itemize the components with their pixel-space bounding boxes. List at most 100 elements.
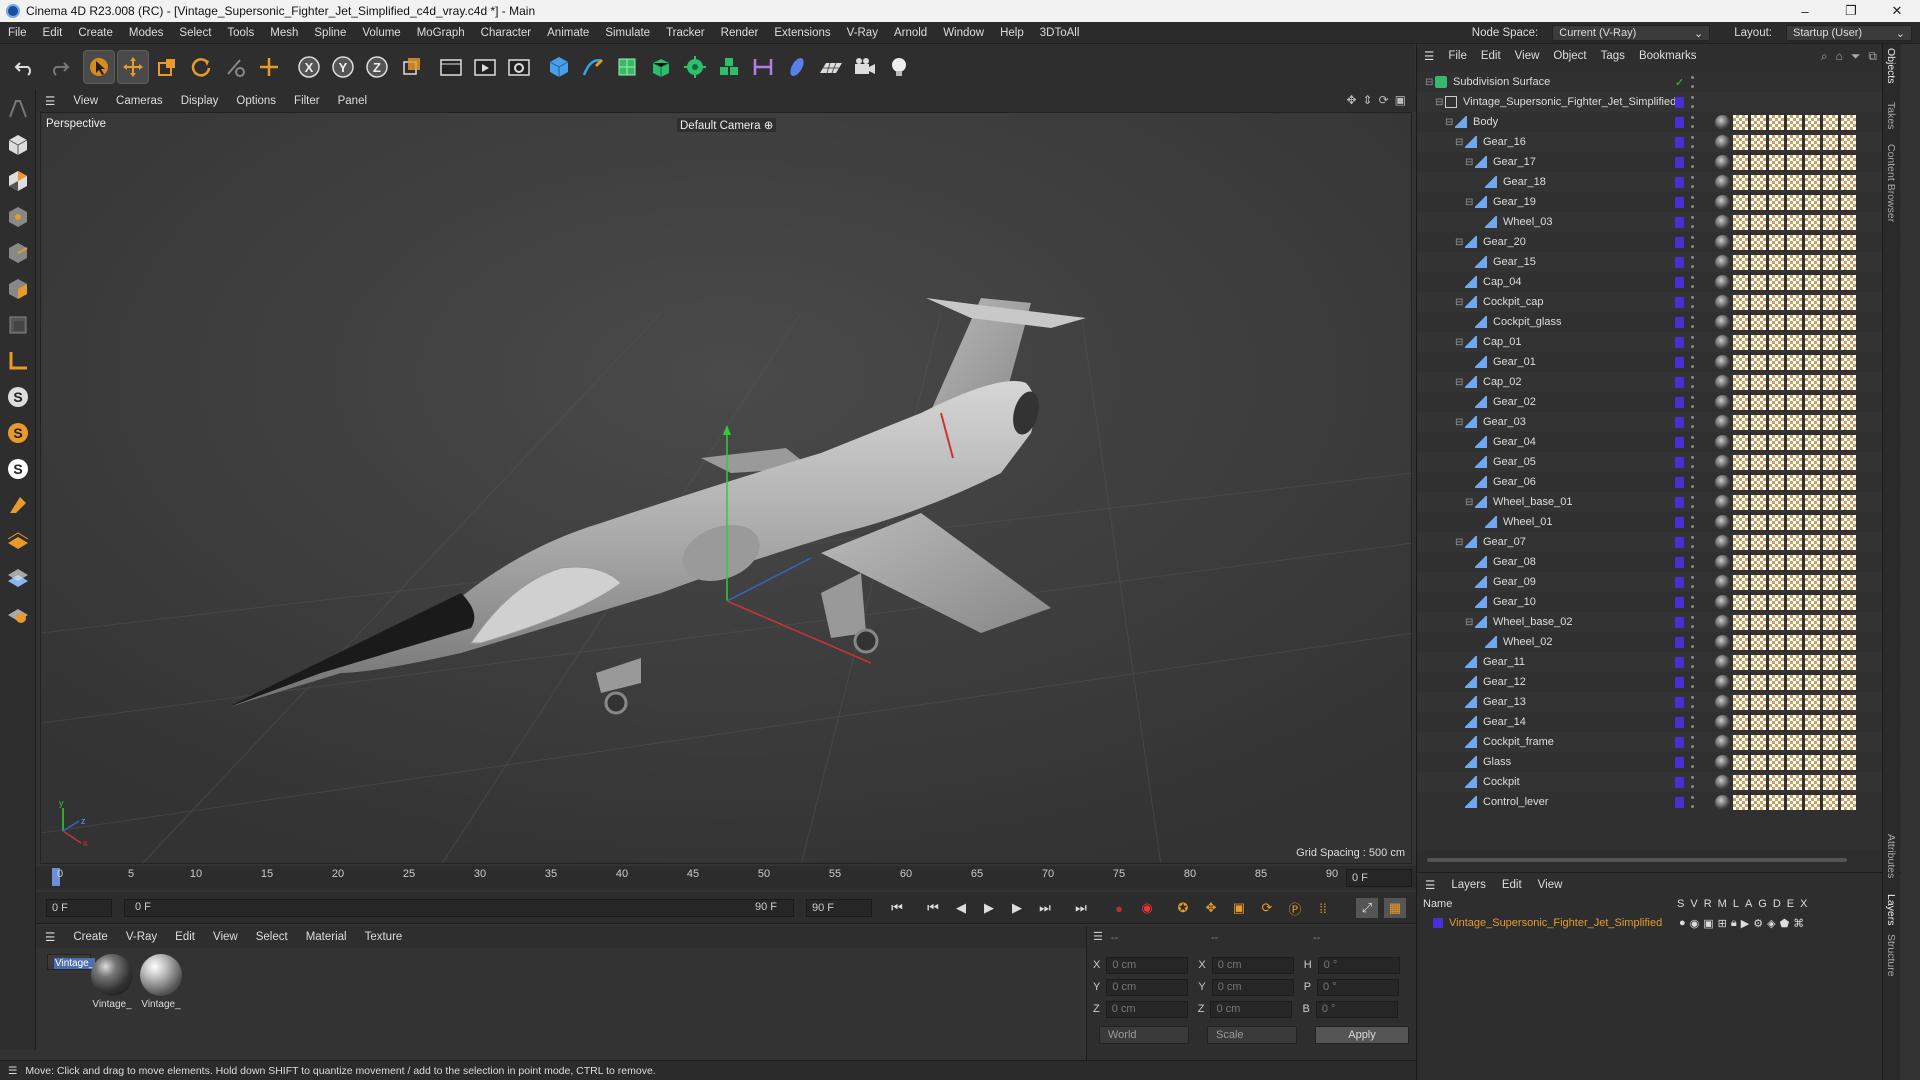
home-icon[interactable]: ⌂	[1836, 49, 1843, 64]
object-row[interactable]: Cap_04	[1417, 272, 1901, 292]
material-tag-icon[interactable]	[1841, 394, 1856, 410]
object-row[interactable]: ⊟ Cockpit_cap	[1417, 292, 1901, 312]
parameter-key-icon[interactable]: Ⓟ	[1284, 898, 1306, 918]
material-tag-icon[interactable]	[1733, 434, 1748, 450]
object-horizontal-scrollbar[interactable]	[1417, 856, 1901, 864]
material-tag-icon[interactable]	[1733, 374, 1748, 390]
menu-simulate[interactable]: Simulate	[597, 27, 658, 39]
layer-color-tag[interactable]	[1675, 236, 1684, 248]
extrude-icon[interactable]	[646, 51, 676, 83]
dope-sheet-icon[interactable]: ▦	[1384, 898, 1406, 918]
material-tag-icon[interactable]	[1787, 754, 1802, 770]
material-tag-icon[interactable]	[1751, 534, 1766, 550]
layer-color-tag[interactable]	[1675, 756, 1684, 768]
material-tag-icon[interactable]	[1769, 754, 1784, 770]
visibility-dots[interactable]	[1691, 136, 1695, 148]
object-row[interactable]: Gear_04	[1417, 432, 1901, 452]
layer-color-tag[interactable]	[1675, 316, 1684, 328]
material-tag-icon[interactable]	[1823, 534, 1838, 550]
material-tag-icon[interactable]	[1733, 114, 1748, 130]
material-tag-icon[interactable]	[1733, 314, 1748, 330]
material-tag-icon[interactable]	[1841, 674, 1856, 690]
material-tag-icon[interactable]	[1787, 274, 1802, 290]
material-tag-icon[interactable]	[1805, 754, 1820, 770]
material-menu-select[interactable]: Select	[247, 931, 297, 943]
viewport-menu-cameras[interactable]: Cameras	[107, 95, 172, 107]
position-key-icon[interactable]: ✥	[1200, 898, 1222, 918]
texture-tag-icon[interactable]	[1715, 214, 1730, 230]
visibility-dots[interactable]	[1691, 796, 1695, 808]
material-tag-icon[interactable]	[1769, 394, 1784, 410]
material-tag-icon[interactable]	[1841, 494, 1856, 510]
material-tag-icon[interactable]	[1787, 354, 1802, 370]
layer-color-tag[interactable]	[1675, 476, 1684, 488]
material-tag-icon[interactable]	[1769, 554, 1784, 570]
material-tag-icon[interactable]	[1805, 314, 1820, 330]
fracture-icon[interactable]	[714, 51, 744, 83]
material-tag-icon[interactable]	[1787, 594, 1802, 610]
material-tag-icon[interactable]	[1733, 394, 1748, 410]
material-tag-icon[interactable]	[1733, 614, 1748, 630]
material-tag-icon[interactable]	[1841, 694, 1856, 710]
material-tag-icon[interactable]	[1751, 274, 1766, 290]
material-tag-icon[interactable]	[1787, 334, 1802, 350]
visibility-dots[interactable]	[1691, 176, 1695, 188]
material-tag-icon[interactable]	[1751, 594, 1766, 610]
material-tag-icon[interactable]	[1751, 234, 1766, 250]
material-tag-icon[interactable]	[1823, 314, 1838, 330]
material-tag-icon[interactable]	[1805, 554, 1820, 570]
material-tag-icon[interactable]	[1769, 794, 1784, 810]
expand-toggle-icon[interactable]: ⊟	[1465, 617, 1475, 628]
material-tag-icon[interactable]	[1841, 434, 1856, 450]
layer-color-tag[interactable]	[1675, 736, 1684, 748]
material-tag-icon[interactable]	[1805, 254, 1820, 270]
visibility-dots[interactable]	[1691, 436, 1695, 448]
visibility-dots[interactable]	[1691, 776, 1695, 788]
material-tag-icon[interactable]	[1805, 294, 1820, 310]
workplane-snap-icon[interactable]: S	[3, 454, 33, 484]
material-tag-icon[interactable]	[1787, 134, 1802, 150]
play-icon[interactable]: ▶	[978, 898, 1000, 918]
visibility-dots[interactable]	[1691, 736, 1695, 748]
object-row[interactable]: ⊟ Subdivision Surface ✓	[1417, 72, 1901, 92]
material-tag-icon[interactable]	[1751, 254, 1766, 270]
material-tag-icon[interactable]	[1805, 774, 1820, 790]
layers-hamburger-icon[interactable]: ☰	[1417, 878, 1443, 892]
texture-tag-icon[interactable]	[1715, 714, 1730, 730]
material-tag-icon[interactable]	[1823, 774, 1838, 790]
material-tag-icon[interactable]	[1751, 754, 1766, 770]
go-to-start-icon[interactable]: ⏮	[886, 898, 908, 918]
object-row[interactable]: Cockpit_glass	[1417, 312, 1901, 332]
material-tag-icon[interactable]	[1787, 174, 1802, 190]
redo-icon[interactable]	[44, 51, 74, 83]
maximize-view-icon[interactable]: ▣	[1395, 93, 1406, 107]
material-tag-icon[interactable]	[1823, 574, 1838, 590]
visibility-dots[interactable]	[1691, 196, 1695, 208]
layer-color-tag[interactable]	[1675, 496, 1684, 508]
object-row[interactable]: ⊟ Gear_19	[1417, 192, 1901, 212]
material-tag-icon[interactable]	[1733, 694, 1748, 710]
material-tag-icon[interactable]	[1787, 214, 1802, 230]
layers-menu-edit[interactable]: Edit	[1494, 879, 1530, 891]
material-tag-icon[interactable]	[1769, 334, 1784, 350]
point-level-key-icon[interactable]: ⁞⁞	[1312, 898, 1334, 918]
material-tag-icon[interactable]	[1841, 154, 1856, 170]
material-tag-icon[interactable]	[1733, 574, 1748, 590]
material-tag-icon[interactable]	[1841, 114, 1856, 130]
texture-tag-icon[interactable]	[1715, 274, 1730, 290]
visibility-dots[interactable]	[1691, 596, 1695, 608]
material-tag-icon[interactable]	[1769, 114, 1784, 130]
enabled-check-icon[interactable]: ✓	[1675, 76, 1684, 89]
object-row[interactable]: Gear_10	[1417, 592, 1901, 612]
material-tag-icon[interactable]	[1733, 274, 1748, 290]
layer-row[interactable]: Vintage_Supersonic_Fighter_Jet_Simplifie…	[1417, 914, 1901, 932]
material-tag-icon[interactable]	[1787, 534, 1802, 550]
material-tag-icon[interactable]	[1841, 774, 1856, 790]
material-tag-icon[interactable]	[1751, 554, 1766, 570]
material-tag-icon[interactable]	[1769, 274, 1784, 290]
visibility-dots[interactable]	[1691, 256, 1695, 268]
material-tag-icon[interactable]	[1787, 714, 1802, 730]
material-tag-icon[interactable]	[1841, 714, 1856, 730]
visibility-dots[interactable]	[1691, 476, 1695, 488]
layer-color-tag[interactable]	[1675, 136, 1684, 148]
